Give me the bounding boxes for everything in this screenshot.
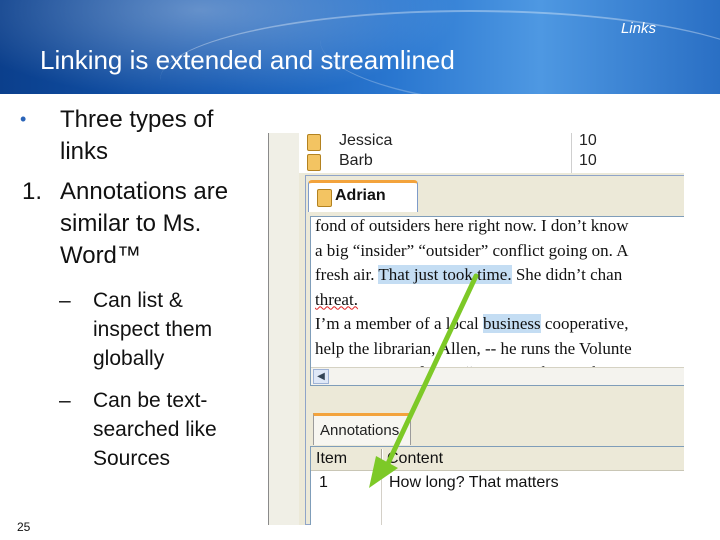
bullet-item: • Three types of links — [0, 104, 262, 176]
source-name: Barb — [339, 152, 373, 169]
document-text-area[interactable]: fond of outsiders here right now. I don’… — [310, 216, 684, 386]
list-item[interactable]: Barb 10 — [299, 152, 684, 173]
sub-bullet-text: Can list & inspect them globally — [93, 289, 213, 370]
slide-header: Links Linking is extended and streamline… — [0, 0, 720, 94]
tab-label: Adrian — [335, 187, 386, 204]
text-line: help the librarian, Allen, -- he runs th… — [315, 338, 632, 358]
column-divider — [381, 471, 382, 525]
bullet-text: Three types of links — [60, 106, 214, 165]
bullet-marker: • — [20, 109, 27, 129]
cell-content: How long? That matters — [389, 474, 559, 491]
tab-adrian[interactable]: Adrian — [308, 180, 418, 212]
page-number: 25 — [17, 520, 31, 534]
section-label: Links — [620, 20, 656, 37]
annotation-highlight[interactable]: That just took time. — [378, 265, 512, 284]
column-header-content[interactable]: Content — [387, 450, 443, 468]
dash-marker: – — [59, 389, 71, 412]
numbered-item: 1. Annotations are similar to Ms. Word™ — [0, 176, 262, 274]
spellcheck-word: threat. — [315, 289, 358, 309]
cell-item: 1 — [319, 474, 328, 491]
source-name: Jessica — [339, 133, 393, 149]
document-paragraph: fond of outsiders here right now. I don’… — [315, 216, 684, 385]
tab-annotations[interactable]: Annotations — [313, 413, 411, 445]
slide-title: Linking is extended and streamlined — [40, 45, 455, 75]
column-header-item[interactable]: Item — [316, 450, 347, 468]
source-value: 10 — [579, 133, 597, 149]
sub-bullet-item: – Can be text-searched like Sources — [0, 386, 262, 476]
text-line: fond of outsiders here right now. I don’… — [315, 216, 629, 235]
document-icon — [307, 154, 321, 171]
document-icon — [317, 189, 332, 207]
table-header: Item Content — [311, 447, 684, 471]
dash-marker: – — [59, 289, 71, 312]
source-value: 10 — [579, 152, 597, 169]
text-line: threat. — [315, 288, 684, 313]
bullet-list: • Three types of links 1. Annotations ar… — [0, 104, 262, 476]
list-item[interactable]: Jessica 10 — [299, 133, 684, 153]
column-divider[interactable] — [381, 449, 383, 469]
column-divider — [571, 133, 572, 153]
column-divider — [571, 153, 572, 173]
numbered-text: Annotations are similar to Ms. Word™ — [60, 178, 229, 269]
annotations-panel: Annotations Item Content 1 How long? Tha… — [310, 413, 684, 525]
text-line: fresh air. That just took time. She didn… — [315, 265, 623, 284]
left-panel-strip — [269, 133, 299, 525]
sources-list: Jessica 10 Barb 10 — [299, 133, 684, 173]
scroll-left-icon[interactable]: ◀ — [313, 369, 329, 384]
document-icon — [307, 134, 321, 151]
horizontal-scrollbar[interactable]: ◀ — [311, 367, 684, 385]
sub-bullet-item: – Can list & inspect them globally — [0, 286, 262, 386]
number-marker: 1. — [22, 178, 43, 205]
text-line: I’m a member of a local business coopera… — [315, 314, 629, 333]
document-window: Adrian fond of outsiders here right now.… — [305, 175, 684, 525]
app-screenshot: Jessica 10 Barb 10 Adrian fond of outsid… — [268, 133, 684, 525]
text-line: a big “insider” “outsider” conflict goin… — [315, 240, 629, 260]
annotation-highlight[interactable]: business — [483, 314, 541, 333]
sub-bullet-text: Can be text-searched like Sources — [93, 389, 217, 470]
table-row[interactable]: 1 How long? That matters — [311, 471, 684, 525]
